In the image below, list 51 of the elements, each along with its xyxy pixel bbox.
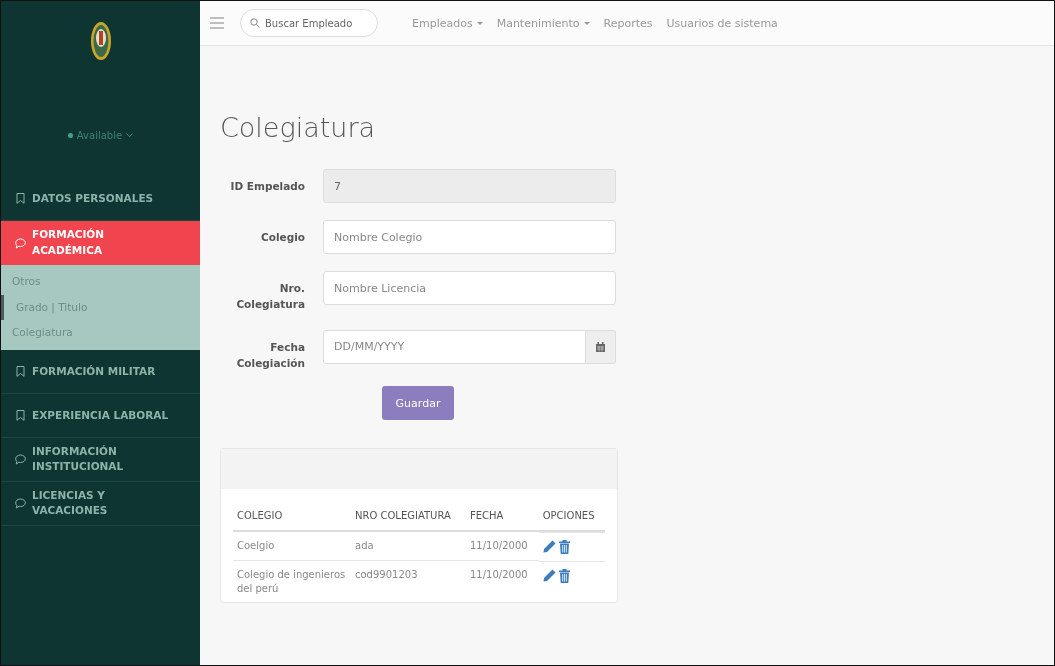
submenu-item[interactable]: Colegiatura bbox=[1, 320, 200, 346]
field-label: Fecha Colegiación bbox=[235, 339, 305, 371]
nav-link[interactable]: Mantenimiento bbox=[496, 16, 590, 30]
submenu-item[interactable]: Otros bbox=[1, 269, 200, 295]
column-header: NRO COLEGIATURA bbox=[351, 503, 466, 531]
field-label: ID Empelado bbox=[229, 179, 305, 194]
input-field[interactable]: Nombre Colegio bbox=[323, 220, 616, 254]
status-dropdown[interactable]: Available bbox=[76, 129, 123, 141]
search-field[interactable]: Buscar Empleado bbox=[240, 9, 378, 37]
table-cell: ada bbox=[351, 530, 466, 561]
table-cell: 11/10/2000 bbox=[465, 560, 539, 603]
submenu-item[interactable]: Grado | Titulo bbox=[1, 294, 200, 321]
column-header: COLEGIO bbox=[233, 503, 351, 531]
trash-icon[interactable] bbox=[558, 568, 570, 583]
search-icon bbox=[250, 18, 260, 28]
input-field[interactable]: Nombre Licencia bbox=[323, 271, 616, 305]
table-cell: Colegio de ingenieros del perú bbox=[233, 560, 351, 603]
calendar-icon bbox=[596, 341, 605, 352]
field-label: Nro. Colegiatura bbox=[235, 281, 305, 313]
sidebar-item[interactable]: LICENCIAS Y VACACIONES bbox=[1, 481, 200, 526]
status-dot bbox=[67, 132, 73, 138]
column-header: OPCIONES bbox=[538, 503, 605, 531]
table-cell: cod9901203 bbox=[351, 560, 466, 603]
nav-link[interactable]: Usuarios de sistema bbox=[666, 16, 778, 30]
calendar-button[interactable] bbox=[586, 329, 616, 364]
caret-icon bbox=[476, 21, 483, 25]
crest-logo bbox=[89, 21, 112, 61]
date-field[interactable]: DD/MM/YYYY bbox=[323, 329, 586, 364]
chevron-icon bbox=[126, 132, 134, 138]
save-button[interactable]: Guardar bbox=[381, 386, 455, 421]
table-cell: Coelgio bbox=[233, 530, 351, 561]
nav-link[interactable]: Reportes bbox=[603, 16, 653, 30]
column-header: FECHA bbox=[465, 503, 539, 531]
sidebar-item[interactable]: INFORMACIÓN INSTITUCIONAL bbox=[1, 437, 200, 482]
chat-bubble-icon bbox=[15, 453, 26, 465]
chat-bubble-icon bbox=[15, 497, 26, 509]
sidebar-item[interactable]: FORMACIÓN MILITAR bbox=[1, 349, 200, 394]
bookmark-icon bbox=[15, 365, 26, 377]
table-cell: 11/10/2000 bbox=[465, 530, 539, 561]
pencil-icon[interactable] bbox=[542, 540, 556, 554]
sidebar-item[interactable]: FORMACIÓN ACADÉMICA bbox=[1, 221, 200, 265]
page-title: Colegiatura bbox=[220, 112, 377, 143]
bookmark-icon bbox=[15, 409, 26, 421]
bookmark-icon bbox=[15, 193, 26, 204]
sidebar-item[interactable]: EXPERIENCIA LABORAL bbox=[1, 393, 200, 438]
trash-icon[interactable] bbox=[558, 539, 570, 554]
pencil-icon[interactable] bbox=[542, 569, 556, 583]
field-label: Colegio bbox=[260, 230, 305, 245]
chat-bubble-icon bbox=[15, 237, 26, 249]
nav-link[interactable]: Empleados bbox=[412, 16, 483, 30]
caret-icon bbox=[583, 21, 590, 25]
